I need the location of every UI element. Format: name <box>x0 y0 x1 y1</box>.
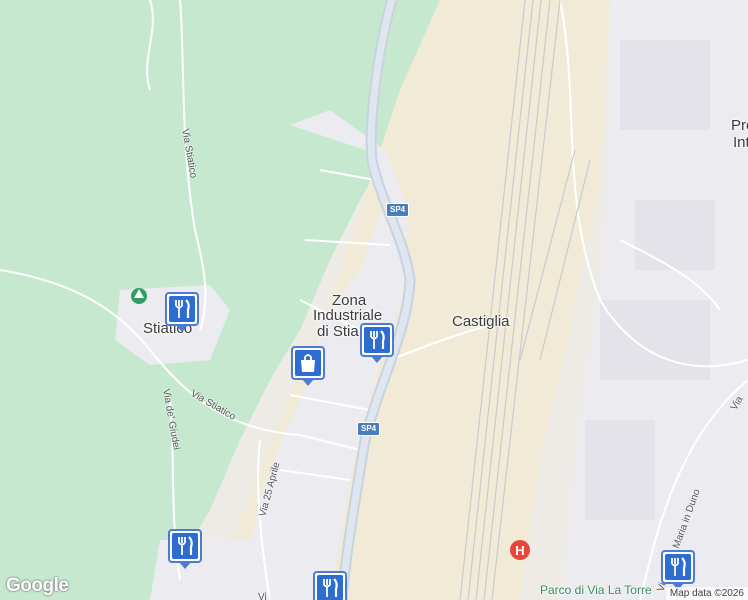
castiglia-label: Castiglia <box>452 313 510 330</box>
svg-text:H: H <box>515 543 524 558</box>
fork-knife-icon <box>671 557 686 576</box>
zona-label-line2: Industriale <box>313 307 383 324</box>
sp4-shield-north: SP4 <box>386 203 410 217</box>
fork-knife-icon <box>370 330 385 349</box>
int-partial-label: Int <box>733 134 748 151</box>
map-base-layer: H <box>0 0 748 600</box>
parco-label: Parco di Via La Torre <box>540 583 652 597</box>
sp4-shield-south: SP4 <box>357 422 381 436</box>
restaurant-marker[interactable] <box>661 550 695 590</box>
map-canvas[interactable]: H Zona Industriale di Stia Castiglia Sti… <box>0 0 748 600</box>
map-attribution[interactable]: Map data ©2026 <box>665 587 748 600</box>
restaurant-marker[interactable] <box>360 323 394 363</box>
pro-partial-label: Pro <box>731 117 748 134</box>
restaurant-marker[interactable] <box>165 292 199 332</box>
google-logo[interactable]: Google <box>6 575 69 597</box>
restaurant-marker[interactable] <box>313 571 347 600</box>
fork-knife-icon <box>175 299 190 318</box>
fork-knife-icon <box>178 536 193 555</box>
fork-knife-icon <box>323 578 338 597</box>
shopping-marker[interactable] <box>291 346 325 386</box>
zona-label-line3: di Stia <box>317 323 359 340</box>
restaurant-marker[interactable] <box>168 529 202 569</box>
via-partial-bottom-label: Vi <box>258 592 267 600</box>
shopping-bag-icon <box>301 354 315 372</box>
